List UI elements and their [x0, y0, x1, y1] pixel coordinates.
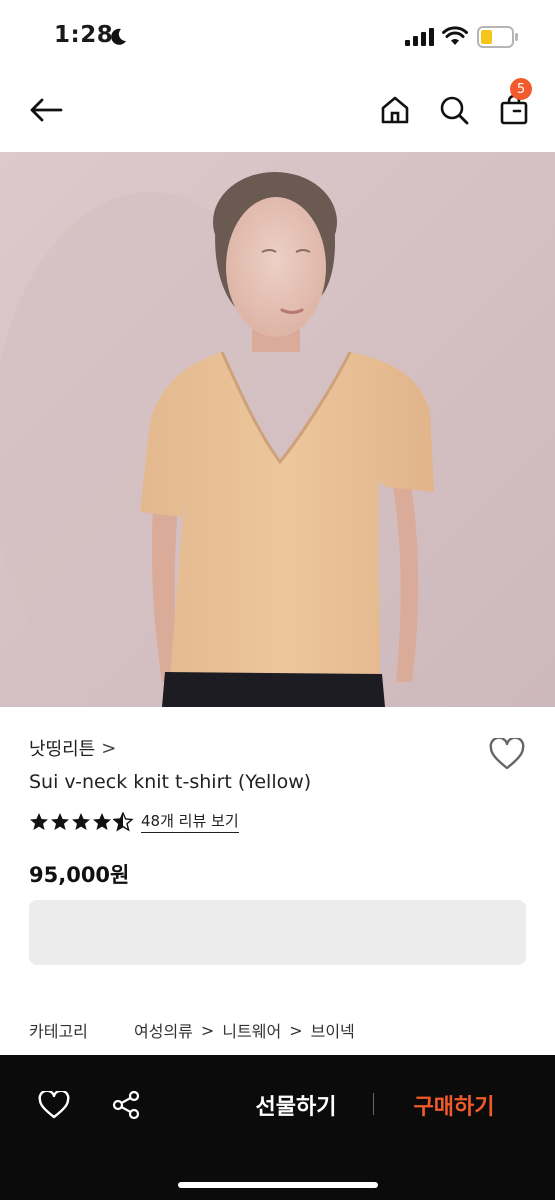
review-link[interactable]: 48개 리뷰 보기	[141, 810, 239, 833]
product-price: 95,000원	[29, 863, 130, 887]
divider	[373, 1093, 374, 1115]
search-button[interactable]	[426, 72, 482, 148]
share-button[interactable]	[100, 1079, 152, 1131]
like-button[interactable]	[28, 1079, 80, 1131]
category-row: 카테고리 여성의류 > 니트웨어 > 브이넥	[29, 1018, 355, 1042]
star-rating	[29, 811, 133, 832]
option-placeholder-box	[29, 900, 526, 965]
search-icon	[440, 96, 469, 125]
home-button[interactable]	[367, 72, 423, 148]
chevron-right-icon: >	[101, 737, 117, 759]
chevron-right-icon: >	[200, 1020, 215, 1040]
share-icon	[112, 1090, 140, 1120]
status-bar: 1:28	[0, 0, 555, 72]
wishlist-button[interactable]	[482, 729, 532, 779]
star-full-icon	[72, 812, 90, 830]
back-button[interactable]	[18, 72, 74, 148]
home-indicator	[178, 1182, 378, 1188]
product-name: Sui v-neck knit t-shirt (Yellow)	[29, 771, 312, 793]
brand-name: 낫띵리튼	[29, 739, 96, 760]
star-half-icon	[113, 811, 133, 831]
bottom-action-bar: 선물하기 구매하기	[0, 1055, 555, 1200]
rating-row: 48개 리뷰 보기	[29, 810, 239, 833]
heart-icon	[38, 1091, 70, 1119]
back-arrow-icon	[30, 98, 63, 122]
star-full-icon	[51, 812, 69, 830]
brand-link[interactable]: 낫띵리튼 >	[29, 735, 116, 761]
star-full-icon	[30, 812, 48, 830]
product-image[interactable]	[0, 152, 555, 707]
battery-icon	[477, 26, 518, 48]
category-breadcrumb: 여성의류 > 니트웨어 > 브이넥	[134, 1018, 355, 1042]
cart-count-badge: 5	[510, 78, 532, 100]
buy-button[interactable]: 구매하기	[396, 1081, 512, 1129]
gift-button[interactable]: 선물하기	[238, 1081, 354, 1129]
category-crumb[interactable]: 브이넥	[311, 1018, 355, 1042]
moon-icon	[111, 28, 126, 45]
top-nav-bar	[0, 72, 555, 152]
chevron-right-icon: >	[289, 1020, 303, 1040]
category-crumb[interactable]: 여성의류	[134, 1018, 193, 1042]
category-label: 카테고리	[29, 1022, 88, 1041]
signal-icon	[405, 28, 434, 46]
product-photo	[0, 152, 555, 707]
home-icon	[381, 96, 409, 124]
wifi-icon	[442, 26, 468, 45]
category-crumb[interactable]: 니트웨어	[222, 1018, 281, 1042]
star-full-icon	[93, 812, 111, 830]
status-time: 1:28	[54, 22, 114, 48]
heart-outline-icon	[489, 738, 525, 770]
